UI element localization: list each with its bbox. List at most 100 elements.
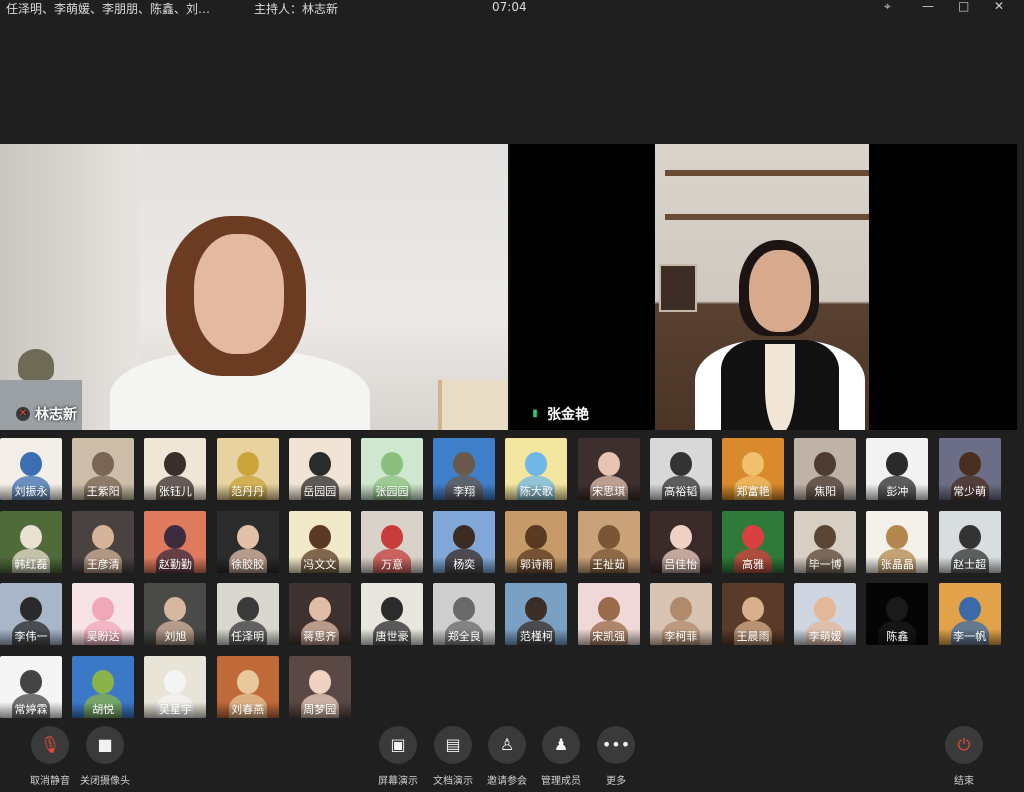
participant-tile[interactable]: 宋思琪 [577, 438, 640, 500]
camera-off-button[interactable]: ■ 关闭摄像头 [77, 726, 133, 787]
plant-decoration [18, 349, 54, 381]
participant-tile[interactable]: 岳园园 [288, 438, 351, 500]
participant-name: 陈鑫 [866, 629, 929, 645]
avatar-head [236, 452, 259, 476]
video-camera-icon: ■ [86, 726, 124, 764]
participant-tile[interactable]: 赵勤勤 [144, 510, 207, 573]
participant-tile[interactable]: 张晶晶 [866, 510, 929, 573]
participant-tile[interactable]: 李伟一 [0, 583, 62, 645]
participant-name: 高雅 [722, 556, 784, 573]
avatar-head [742, 524, 764, 549]
participant-tile[interactable]: 张园园 [361, 438, 423, 500]
participant-tile[interactable]: 胡悦 [72, 655, 135, 718]
camera-off-label: 关闭摄像头 [80, 776, 130, 787]
participant-tile[interactable]: 王彦清 [72, 510, 135, 573]
participant-tile[interactable]: 毕一博 [794, 510, 857, 573]
participant-tile[interactable]: 焦阳 [794, 438, 857, 500]
participant-tile[interactable]: 郑富艳 [722, 438, 784, 500]
participant-tile[interactable]: 冯文文 [288, 510, 351, 573]
video-name-text: 张金艳 [547, 407, 589, 423]
participant-tile[interactable]: 吴星宇 [144, 655, 207, 718]
participant-name: 范槿柯 [505, 629, 568, 645]
participant-tile[interactable]: 万意 [361, 510, 423, 573]
avatar-head [597, 452, 620, 476]
participant-tile[interactable]: 宋凯强 [577, 583, 640, 645]
close-button[interactable]: ✕ [994, 0, 1004, 12]
participant-tile[interactable]: 蒋思齐 [288, 583, 351, 645]
mic-active-icon: ▮ [532, 408, 538, 419]
avatar-head [381, 524, 403, 549]
invite-button[interactable]: ♙ 邀请参会 [479, 726, 535, 787]
participant-tile[interactable]: 唐世豪 [361, 583, 423, 645]
avatar-head [453, 524, 476, 549]
unmute-button[interactable]: 🎙 取消静音 [22, 726, 78, 787]
minimize-button[interactable]: — [922, 0, 934, 12]
participant-tile[interactable]: 常婷霖 [0, 655, 62, 718]
participant-tile[interactable]: 高雅 [722, 510, 784, 573]
avatar-head [814, 524, 837, 549]
speaker-face [749, 250, 811, 332]
participant-tile[interactable]: 郭诗雨 [505, 510, 568, 573]
participant-name: 唐世豪 [361, 629, 423, 645]
participant-name: 毕一博 [794, 556, 857, 573]
participant-tile[interactable]: 李柯菲 [649, 583, 712, 645]
video-tile-main[interactable]: ✕ 林志新 [0, 144, 508, 430]
participant-tile[interactable]: 张钰儿 [144, 438, 207, 500]
participant-tile[interactable]: 李一帆 [938, 583, 1001, 645]
doc-share-button[interactable]: ▤ 文档演示 [425, 726, 481, 787]
participant-tile[interactable]: 韩红磊 [0, 510, 62, 573]
participant-name: 蒋思齐 [288, 629, 351, 645]
participant-tile[interactable]: 刘春燕 [216, 655, 279, 718]
participant-tile[interactable]: 任泽明 [216, 583, 279, 645]
avatar-head [308, 524, 331, 549]
participant-tile[interactable]: 李翔 [433, 438, 496, 500]
participant-tile[interactable]: 吕佳怡 [649, 510, 712, 573]
participant-tile[interactable]: 常少萌 [938, 438, 1001, 500]
participant-tile[interactable]: 李萌媛 [794, 583, 857, 645]
avatar-head [20, 452, 42, 476]
avatar-head [236, 669, 259, 694]
participant-name: 冯文文 [288, 556, 351, 573]
avatar-head [164, 597, 187, 621]
participant-name: 陈大歌 [505, 484, 568, 500]
avatar-head [597, 524, 620, 549]
participant-tile[interactable]: 范槿柯 [505, 583, 568, 645]
participant-tile[interactable]: 周梦园 [288, 655, 351, 718]
avatar-head [597, 597, 620, 621]
participant-tile[interactable]: 陈大歌 [505, 438, 568, 500]
participant-tile[interactable]: 范丹丹 [216, 438, 279, 500]
participant-name: 张晶晶 [866, 556, 929, 573]
participant-tile[interactable]: 高裕韬 [649, 438, 712, 500]
avatar-head [525, 597, 548, 621]
participant-tile[interactable]: 刘旭 [144, 583, 207, 645]
participant-tile[interactable]: 杨奕 [433, 510, 496, 573]
manage-members-button[interactable]: ♟ 管理成员 [533, 726, 589, 787]
invite-label: 邀请参会 [487, 776, 527, 787]
end-meeting-button[interactable]: ⏻ 结束 [936, 726, 992, 787]
participant-name: 李伟一 [0, 629, 62, 645]
maximize-button[interactable]: □ [958, 0, 969, 12]
participant-name: 赵勤勤 [144, 556, 207, 573]
participant-tile[interactable]: 王晨雨 [722, 583, 784, 645]
pin-icon[interactable]: ⌖ [884, 0, 891, 12]
participant-tile[interactable]: 王祉茹 [577, 510, 640, 573]
more-button[interactable]: ••• 更多 [588, 726, 644, 787]
avatar-head [92, 669, 115, 694]
participant-name: 王彦清 [72, 556, 135, 573]
host-label: 主持人：林志新 [254, 2, 339, 16]
participant-name: 彭冲 [866, 484, 929, 500]
participant-tile[interactable]: 陈鑫 [866, 583, 929, 645]
participant-tile[interactable]: 彭冲 [866, 438, 929, 500]
participant-tile[interactable]: 王紫阳 [72, 438, 135, 500]
participant-tile[interactable]: 徐胶胶 [216, 510, 279, 573]
participant-tile[interactable]: 吴盼达 [72, 583, 135, 645]
avatar-head [814, 597, 837, 621]
speaker-face [194, 234, 284, 354]
participant-tile[interactable]: 刘振永 [0, 438, 62, 500]
participant-tile[interactable]: 郑全良 [433, 583, 496, 645]
avatar-head [742, 597, 764, 621]
doc-share-label: 文档演示 [433, 776, 473, 787]
participant-tile[interactable]: 赵士超 [938, 510, 1001, 573]
screen-share-button[interactable]: ▣ 屏幕演示 [370, 726, 426, 787]
bookshelf-upper [665, 170, 869, 176]
